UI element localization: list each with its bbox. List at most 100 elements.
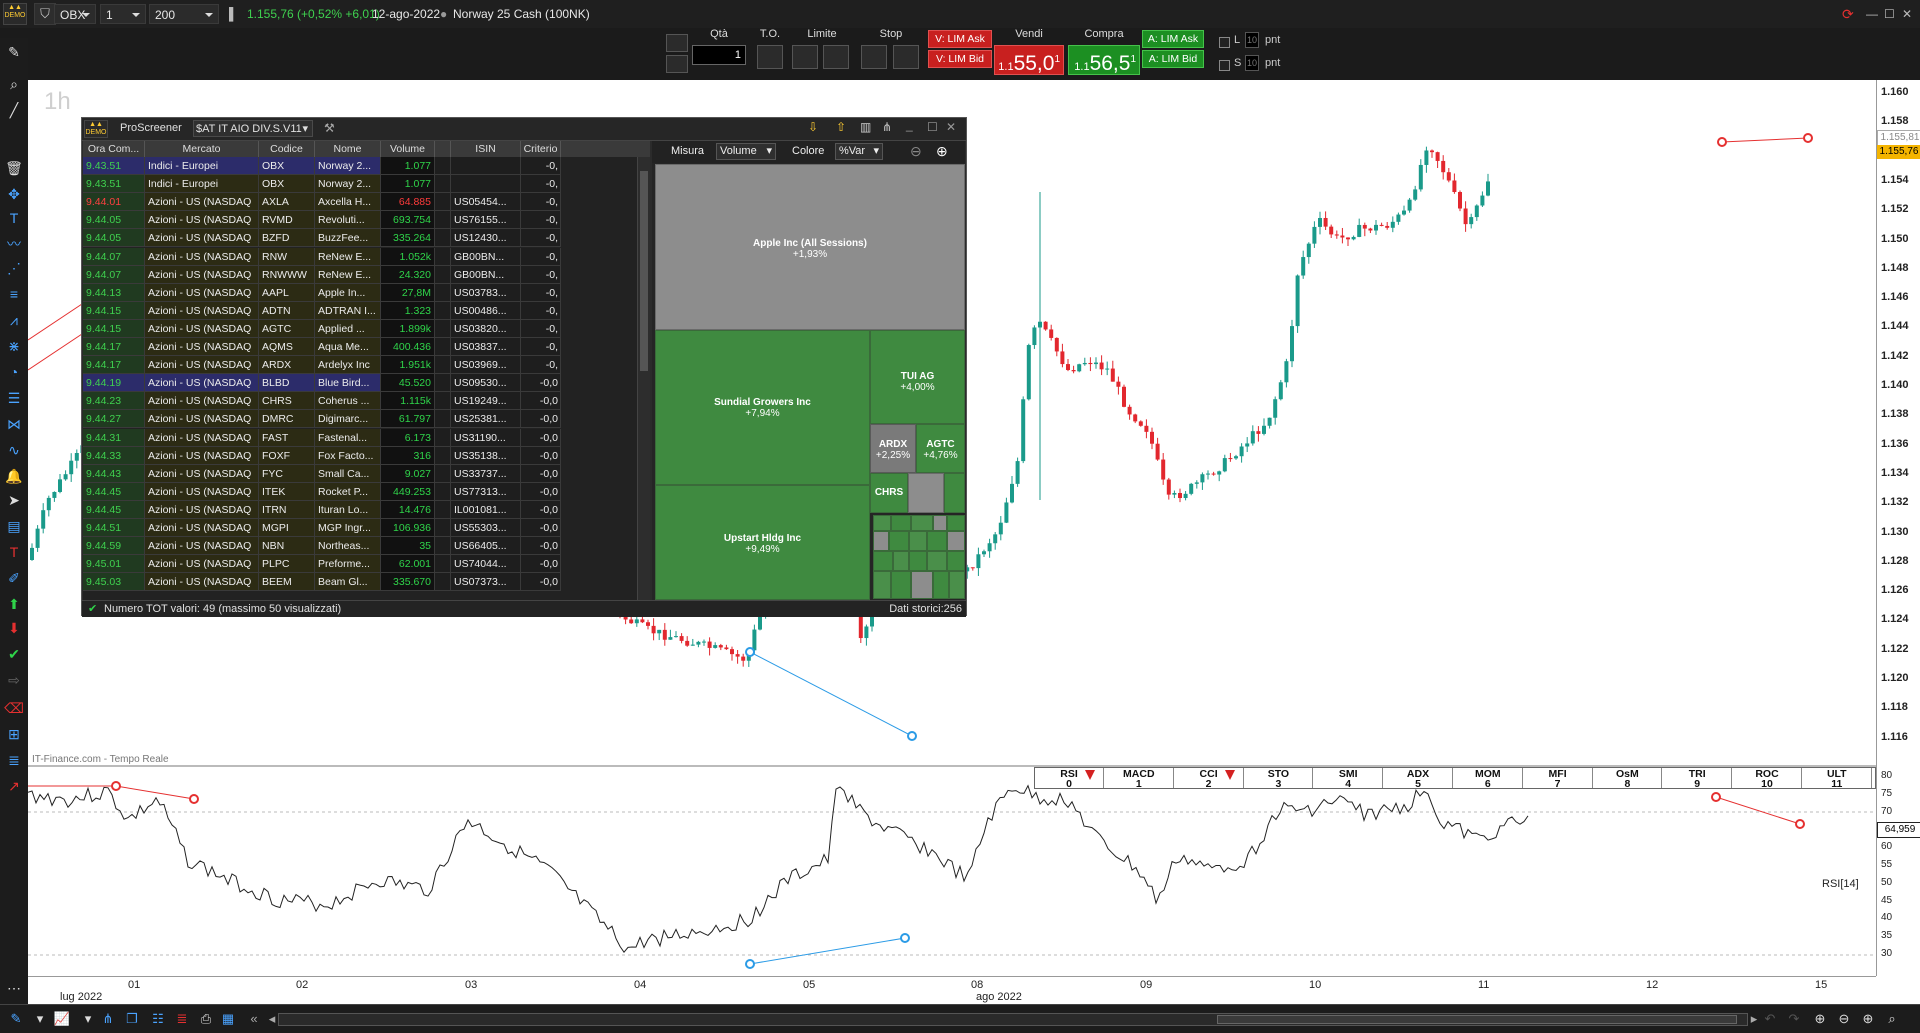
- symbol-dropdown[interactable]: OBX: [54, 4, 96, 24]
- column-header[interactable]: Volume: [381, 141, 435, 157]
- table-row[interactable]: 9.45.01 Azioni - US (NASDAQ PLPC Preforme..…: [83, 555, 650, 574]
- move-icon[interactable]: ✥: [4, 184, 24, 204]
- a-lim-ask-button[interactable]: A: LIM Ask: [1142, 30, 1204, 48]
- treemap-block[interactable]: [933, 515, 947, 531]
- left-trendline-2[interactable]: [28, 329, 89, 371]
- horizontal-scrollbar[interactable]: [278, 1013, 1748, 1026]
- levels-icon[interactable]: ☰: [4, 388, 24, 408]
- upload-icon[interactable]: ⇧: [836, 120, 846, 134]
- undo-icon[interactable]: ↶: [1760, 1009, 1780, 1029]
- indicator-tab-mom[interactable]: MOM 6: [1454, 768, 1523, 789]
- refresh-icon[interactable]: ⟳: [1842, 4, 1854, 24]
- table-row[interactable]: 9.44.05 Azioni - US (NASDAQ BZFD BuzzFee...…: [83, 229, 650, 248]
- indicator-tab-macd[interactable]: MACD 1: [1105, 768, 1174, 789]
- treemap-block[interactable]: CHRS: [870, 473, 908, 513]
- timeframe-dropdown[interactable]: 1 ora: [100, 4, 146, 42]
- column-header[interactable]: Mercato: [145, 141, 259, 157]
- gann-icon[interactable]: ⋇: [4, 336, 24, 356]
- rsi-trendline-handle[interactable]: [1711, 792, 1721, 802]
- trendline-handle[interactable]: [1803, 133, 1813, 143]
- diagonal-arrow-icon[interactable]: ↗: [4, 776, 24, 796]
- minimize-icon[interactable]: _: [906, 118, 913, 132]
- rsi-trendline-handle[interactable]: [111, 781, 121, 791]
- zoom-fit-icon[interactable]: ⊕: [1810, 1009, 1830, 1029]
- treemap-block[interactable]: [873, 531, 889, 551]
- zoom-reset-icon[interactable]: ⌕: [1882, 1009, 1902, 1029]
- table-row[interactable]: 9.44.31 Azioni - US (NASDAQ FAST Fastenal..…: [83, 428, 650, 447]
- table-row[interactable]: 9.44.05 Azioni - US (NASDAQ RVMD Revoluti..…: [83, 211, 650, 230]
- maximize-icon[interactable]: ☐: [927, 120, 938, 134]
- treemap-block[interactable]: [927, 531, 947, 551]
- share-icon[interactable]: ⋔: [882, 120, 892, 134]
- column-header[interactable]: [435, 141, 451, 157]
- rsi-trendline-handle[interactable]: [745, 959, 755, 969]
- qty-input[interactable]: 1: [692, 45, 746, 65]
- calculator-icon[interactable]: [666, 55, 688, 73]
- draw-icon[interactable]: ✎: [6, 1009, 26, 1029]
- colore-dropdown[interactable]: %Var ▾: [835, 143, 883, 160]
- grid-icon[interactable]: ⊞: [4, 724, 24, 744]
- table-row[interactable]: 9.44.15 Azioni - US (NASDAQ AGTC Applied ..…: [83, 319, 650, 338]
- wrench-icon[interactable]: [666, 34, 688, 52]
- wrench-icon[interactable]: ⚒: [324, 121, 335, 135]
- treemap-block[interactable]: [944, 473, 965, 513]
- list-icon[interactable]: ☷: [148, 1009, 168, 1029]
- dropdown-icon[interactable]: ▾: [30, 1009, 50, 1029]
- table-row[interactable]: 9.44.19 Azioni - US (NASDAQ BLBD Blue Bird.…: [83, 374, 650, 393]
- close-icon[interactable]: ✕: [946, 120, 956, 134]
- brush-icon[interactable]: ✐: [4, 568, 24, 588]
- indicator-tab-osm[interactable]: OsM 8: [1593, 768, 1663, 789]
- minimize-icon[interactable]: —: [1866, 4, 1878, 24]
- maximize-icon[interactable]: ☐: [1884, 4, 1895, 24]
- market-order-button[interactable]: [757, 45, 783, 69]
- trendline-handle[interactable]: [907, 731, 917, 741]
- table-row[interactable]: 9.44.43 Azioni - US (NASDAQ FYC Small Ca...…: [83, 464, 650, 483]
- treemap-block[interactable]: [933, 571, 949, 599]
- arc-icon[interactable]: ◔: [4, 362, 24, 382]
- rsi-trendline-handle[interactable]: [900, 933, 910, 943]
- zoom-icon[interactable]: ⌕: [4, 74, 24, 94]
- pencil-icon[interactable]: ✎: [4, 42, 24, 62]
- channel-icon[interactable]: ⋰: [4, 258, 24, 278]
- table-row[interactable]: 9.44.17 Azioni - US (NASDAQ ARDX Ardelyx In…: [83, 356, 650, 375]
- table-row[interactable]: 9.44.17 Azioni - US (NASDAQ AQMS Aqua Me...…: [83, 338, 650, 356]
- indicator-tab-rsi[interactable]: RSI 0: [1035, 768, 1104, 789]
- column-header[interactable]: Nome: [315, 141, 381, 157]
- column-header[interactable]: Codice: [259, 141, 315, 157]
- price-axis[interactable]: 1.1601.1581.1561.1541.1521.1501.1481.146…: [1876, 80, 1920, 976]
- treemap-block[interactable]: ARDX +2,25%: [870, 424, 916, 473]
- double-left-icon[interactable]: «: [244, 1009, 264, 1029]
- stop-buy-button[interactable]: [861, 45, 887, 69]
- treemap-block[interactable]: [909, 531, 927, 551]
- treemap-block[interactable]: [873, 515, 891, 531]
- proscreener-window[interactable]: ▲▲ DEMO ProScreener $AT IT AIO DIV.S.V11 ▾…: [81, 117, 967, 617]
- treemap-block[interactable]: [911, 571, 933, 599]
- date-axis[interactable]: 01 02 03 04 05 08 09 10 11 12 15 lug 2022 ago 2022: [28, 976, 1876, 1005]
- table-row[interactable]: 9.44.33 Azioni - US (NASDAQ FOXF Fox Facto.…: [83, 446, 650, 465]
- treemap-block[interactable]: [873, 571, 891, 599]
- rsi-trendline-handle[interactable]: [189, 794, 199, 804]
- treemap-block[interactable]: [947, 531, 965, 551]
- text-tool-icon[interactable]: T: [4, 208, 24, 228]
- trendline-icon[interactable]: 〰: [4, 234, 24, 254]
- treemap-block[interactable]: [891, 571, 911, 599]
- table-row[interactable]: 9.44.01 Azioni - US (NASDAQ AXLA Axcella H.…: [83, 193, 650, 212]
- sell-price-button[interactable]: 1.155,01: [994, 45, 1064, 75]
- treemap-block[interactable]: Upstart Hldg Inc +9,49%: [655, 485, 870, 600]
- screener-scrollbar[interactable]: [637, 157, 650, 600]
- line-tool-icon[interactable]: ╱: [4, 100, 24, 120]
- fan-icon[interactable]: ⩘: [4, 310, 24, 330]
- text-box-icon[interactable]: T: [4, 542, 24, 562]
- rsi-trendline[interactable]: [115, 785, 195, 800]
- checkmark-icon[interactable]: ✔: [4, 644, 24, 664]
- arrow-down-icon[interactable]: ⬇: [4, 618, 24, 638]
- limit-sell-button[interactable]: [823, 45, 849, 69]
- zoom-out-icon[interactable]: ⊖: [910, 143, 922, 160]
- treemap-block[interactable]: [908, 473, 944, 513]
- trash-icon[interactable]: 🗑: [4, 158, 24, 178]
- table-row[interactable]: 9.44.45 Azioni - US (NASDAQ ITEK Rocket P..…: [83, 482, 650, 501]
- indicator-tab-roc[interactable]: ROC 10: [1733, 768, 1802, 789]
- layout-icon[interactable]: ▦: [218, 1009, 238, 1029]
- units-dropdown[interactable]: 200 unità: [149, 4, 219, 42]
- arrow-right-icon[interactable]: ⇨: [4, 670, 24, 690]
